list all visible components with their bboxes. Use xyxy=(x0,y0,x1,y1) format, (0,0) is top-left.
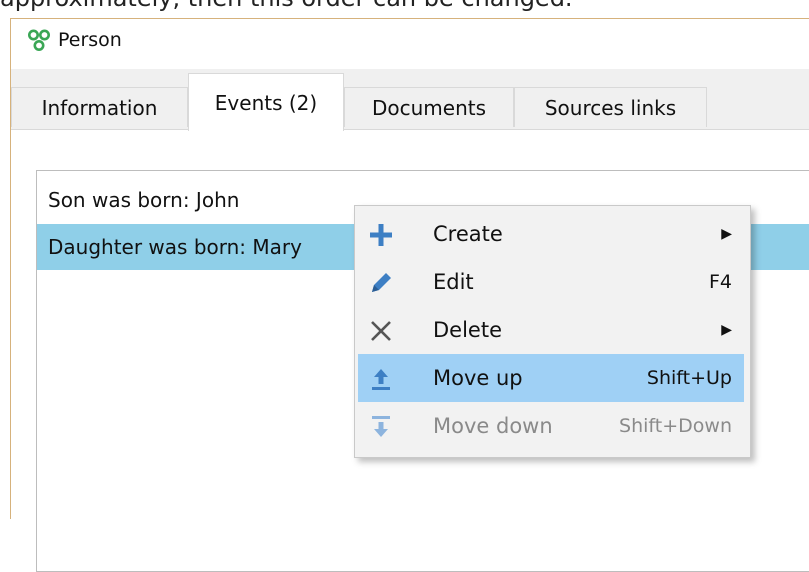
menu-item-delete[interactable]: Delete ▶ xyxy=(358,306,744,354)
cross-icon xyxy=(371,321,391,341)
plus-icon xyxy=(370,224,392,246)
tab-strip: Information Events (2) Documents Sources… xyxy=(11,73,809,131)
menu-item-edit[interactable]: Edit F4 xyxy=(358,258,744,306)
tab-documents[interactable]: Documents xyxy=(344,87,514,127)
submenu-arrow-icon: ▶ xyxy=(721,322,732,338)
menu-item-move-up-shortcut: Shift+Up xyxy=(646,367,732,389)
menu-item-move-down-label: Move down xyxy=(433,414,553,438)
move-up-icon xyxy=(372,369,390,390)
menu-item-move-up[interactable]: Move up Shift+Up xyxy=(358,354,744,402)
window-title: Person xyxy=(58,29,122,51)
document-caption-text: approximately, then this order can be ch… xyxy=(0,0,809,18)
context-menu: Create ▶ Edit F4 Delete ▶ Move up Shift+… xyxy=(354,205,751,458)
menu-item-create[interactable]: Create ▶ xyxy=(358,210,744,258)
tab-information[interactable]: Information xyxy=(11,87,188,127)
menu-item-edit-label: Edit xyxy=(433,270,474,294)
menu-item-move-down-shortcut: Shift+Down xyxy=(619,415,732,437)
menu-item-create-label: Create xyxy=(433,222,503,246)
menu-item-delete-label: Delete xyxy=(433,318,502,342)
title-bar: Person xyxy=(11,19,809,69)
tab-events[interactable]: Events (2) xyxy=(188,73,344,131)
submenu-arrow-icon: ▶ xyxy=(721,226,732,242)
menu-item-edit-shortcut: F4 xyxy=(708,271,732,293)
tab-sources-links[interactable]: Sources links xyxy=(514,87,707,127)
move-down-icon xyxy=(372,416,390,437)
menu-item-move-down[interactable]: Move down Shift+Down xyxy=(358,402,744,450)
pencil-icon xyxy=(372,273,391,292)
person-app-icon xyxy=(28,29,50,51)
menu-item-move-up-label: Move up xyxy=(433,366,523,390)
